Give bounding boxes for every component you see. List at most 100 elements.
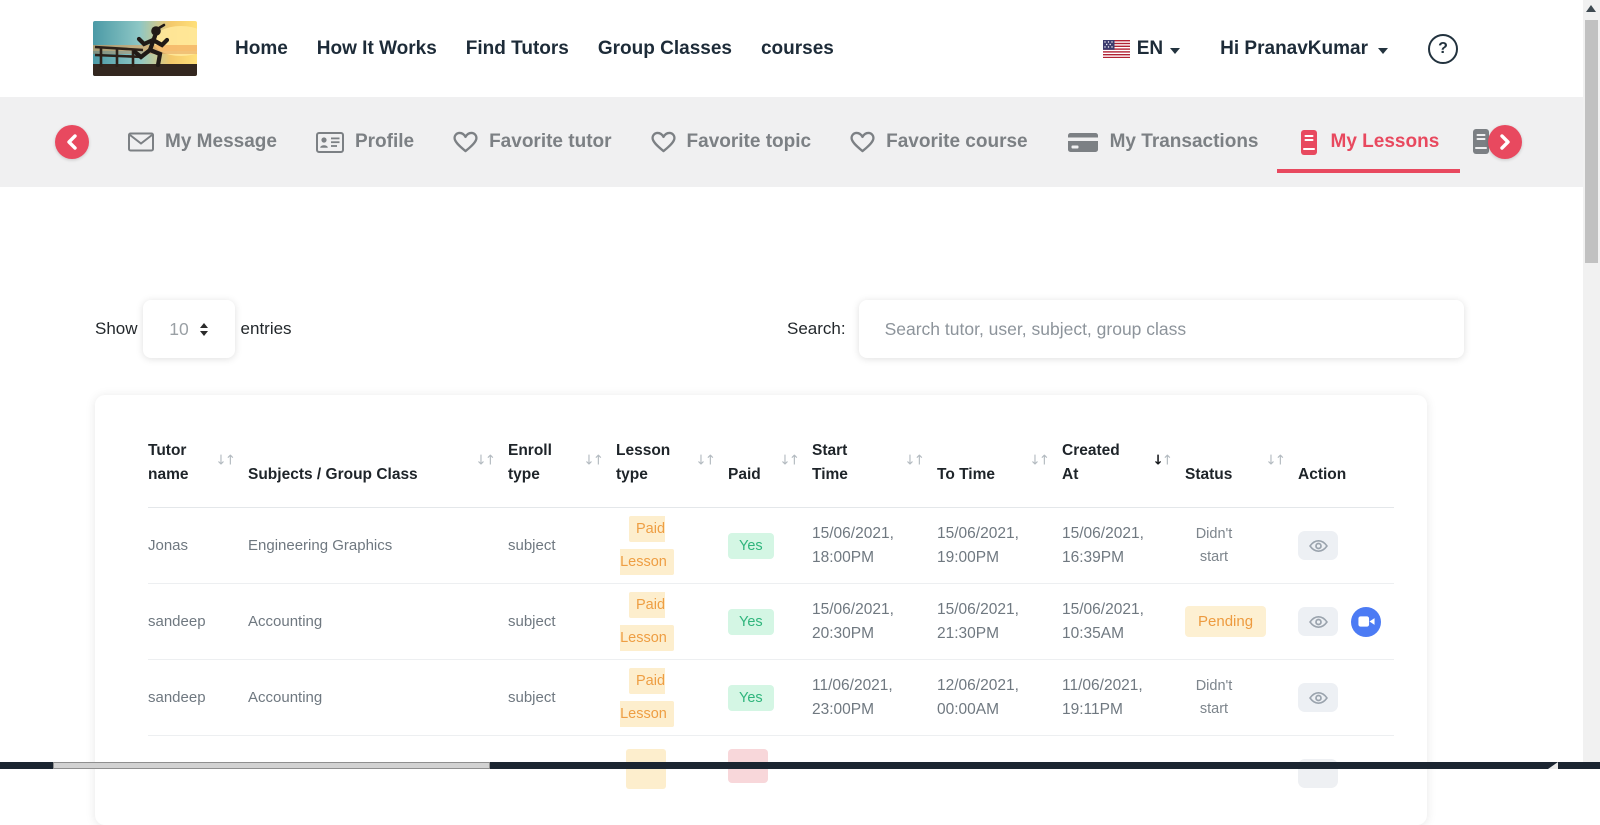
col-header-subjects[interactable]: Subjects / Group Class ↓↑ xyxy=(248,395,508,507)
tab-label: Favorite tutor xyxy=(489,131,612,152)
search-input[interactable] xyxy=(858,300,1464,358)
language-code: EN xyxy=(1136,37,1164,59)
horizontal-scrollbar-thumb[interactable] xyxy=(53,762,490,769)
cell-tutor-name: sandeep xyxy=(148,689,206,706)
vertical-scrollbar-track[interactable] xyxy=(1583,0,1600,769)
eye-icon xyxy=(1308,691,1328,704)
sort-icon: ↓↑ xyxy=(1265,452,1286,469)
sort-icon: ↓↑ xyxy=(215,452,236,469)
view-lesson-button[interactable] xyxy=(1298,683,1338,712)
table-row-partial xyxy=(148,736,1394,811)
sort-icon: ↓↑ xyxy=(904,452,925,469)
paid-badge: Yes xyxy=(728,684,774,711)
cell-paid: Yes xyxy=(728,684,812,711)
col-header-status[interactable]: Status ↓↑ xyxy=(1185,395,1298,507)
nav-link-group-classes[interactable]: Group Classes xyxy=(598,38,732,60)
status-text: Didn't start xyxy=(1195,678,1233,717)
col-header-enroll-type[interactable]: Enroll type ↓↑ xyxy=(508,395,616,507)
scroll-corner-grip xyxy=(1548,762,1558,769)
cell-paid: Yes xyxy=(728,532,812,559)
cell-paid xyxy=(728,736,812,783)
credit-card-icon xyxy=(1067,132,1098,152)
cell-start-time: 15/06/2021, 20:30PM xyxy=(812,601,894,642)
nav-link-find-tutors[interactable]: Find Tutors xyxy=(466,38,569,60)
nav-link-home[interactable]: Home xyxy=(235,38,288,60)
tabs-overflow xyxy=(1470,122,1523,162)
cell-subject: Accounting xyxy=(248,613,323,630)
top-navbar: Home How It Works Find Tutors Group Clas… xyxy=(0,0,1583,97)
cell-actions xyxy=(1298,606,1394,637)
heart-icon xyxy=(650,131,676,153)
cell-enroll-type: subject xyxy=(508,613,556,630)
help-button[interactable]: ? xyxy=(1428,33,1458,64)
lesson-type-badge: Paid Lesson xyxy=(620,591,674,651)
status-badge: Pending xyxy=(1185,606,1267,637)
search-label: Search: xyxy=(787,319,846,338)
cell-tutor-name: sandeep xyxy=(148,613,206,630)
cell-status: Didn't start xyxy=(1185,675,1298,720)
tab-favorite-tutor[interactable]: Favorite tutor xyxy=(453,131,612,153)
eye-icon xyxy=(1308,539,1328,552)
lesson-type-badge: Paid Lesson xyxy=(620,667,674,727)
col-header-paid[interactable]: Paid ↓↑ xyxy=(728,395,812,507)
cell-actions xyxy=(1298,531,1394,560)
sort-icon: ↓↑ xyxy=(583,452,604,469)
page-size-value: 10 xyxy=(169,318,189,339)
paid-badge: Yes xyxy=(728,608,774,635)
tab-profile[interactable]: Profile xyxy=(315,131,414,153)
chevron-left-icon xyxy=(67,134,77,150)
status-text: Didn't start xyxy=(1195,526,1233,565)
video-call-button[interactable] xyxy=(1351,606,1381,637)
lesson-type-badge: Paid Lesson xyxy=(620,515,674,575)
horizontal-scrollbar-track[interactable] xyxy=(0,762,1600,769)
main-nav: Home How It Works Find Tutors Group Clas… xyxy=(235,38,834,60)
page-size-select[interactable]: 10 xyxy=(142,300,235,358)
tab-label: Favorite course xyxy=(886,131,1028,152)
col-header-start-time[interactable]: Start Time ↓↑ xyxy=(812,395,937,507)
cell-created-at: 11/06/2021, 19:11PM xyxy=(1062,677,1143,718)
language-dropdown[interactable]: EN xyxy=(1102,37,1181,60)
tabs-scroll-right-button[interactable] xyxy=(1488,125,1523,159)
select-arrows-icon xyxy=(199,322,208,336)
cell-enroll-type: subject xyxy=(508,689,556,706)
cell-status: Pending xyxy=(1185,606,1298,637)
tab-my-lessons[interactable]: My Lessons xyxy=(1276,129,1460,173)
col-header-created-at[interactable]: Created At ↓↑ xyxy=(1062,395,1185,507)
table-row: sandeep Accounting subject Paid Lesson Y… xyxy=(148,660,1394,736)
tab-my-message[interactable]: My Message xyxy=(128,131,277,153)
col-header-to-time[interactable]: To Time ↓↑ xyxy=(937,395,1062,507)
cell-start-time: 15/06/2021, 18:00PM xyxy=(812,525,894,566)
nav-link-courses[interactable]: courses xyxy=(761,38,834,60)
chevron-down-icon xyxy=(1170,47,1181,54)
view-lesson-button[interactable] xyxy=(1298,531,1338,560)
tab-favorite-topic[interactable]: Favorite topic xyxy=(650,131,812,153)
site-logo[interactable] xyxy=(93,21,197,76)
cell-paid: Yes xyxy=(728,608,812,635)
user-dropdown[interactable]: Hi PranavKumar xyxy=(1220,38,1388,60)
cell-to-time: 15/06/2021, 19:00PM xyxy=(937,525,1019,566)
question-mark-icon: ? xyxy=(1438,39,1448,57)
nav-link-how-it-works[interactable]: How It Works xyxy=(317,38,437,60)
heart-icon xyxy=(850,131,875,153)
tab-my-transactions[interactable]: My Transactions xyxy=(1067,131,1259,154)
dashboard-tabbar: My Message Profile Favorite tutor Favori… xyxy=(0,97,1583,187)
cell-lesson-type: Paid Lesson xyxy=(616,665,678,730)
cell-status: Didn't start xyxy=(1185,523,1298,568)
tab-label: Favorite topic xyxy=(686,131,812,152)
table-header-row: Tutor name ↓↑ Subjects / Group Class ↓↑ … xyxy=(148,395,1394,508)
view-lesson-button[interactable] xyxy=(1298,607,1338,636)
tab-label: My Lessons xyxy=(1330,131,1440,152)
col-header-tutor-name[interactable]: Tutor name ↓↑ xyxy=(148,395,248,507)
page-size-control: Show 10 entries xyxy=(95,300,292,358)
cell-created-at: 15/06/2021, 10:35AM xyxy=(1062,601,1144,642)
tab-label: My Transactions xyxy=(1109,131,1259,152)
sort-icon-desc-active: ↓↑ xyxy=(1152,452,1173,469)
cell-created-at: 15/06/2021, 16:39PM xyxy=(1062,525,1144,566)
tabs-scroll-left-button[interactable] xyxy=(55,125,89,159)
tab-favorite-course[interactable]: Favorite course xyxy=(850,131,1028,153)
cell-actions xyxy=(1298,683,1394,712)
scroll-up-arrow-icon[interactable] xyxy=(1586,5,1596,12)
col-header-lesson-type[interactable]: Lesson type ↓↑ xyxy=(616,395,728,507)
vertical-scrollbar-thumb[interactable] xyxy=(1585,20,1598,263)
cell-tutor-name: Jonas xyxy=(148,537,189,554)
